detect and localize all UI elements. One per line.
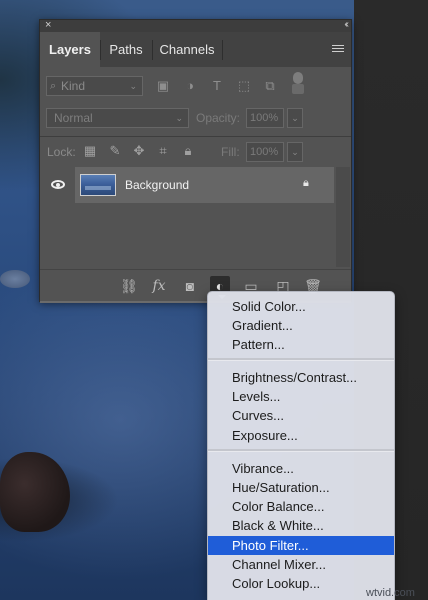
lock-row: Lock: ▦ ✎ ✥ ⌗ 🔒︎ Fill: 100% ⌄ — [40, 142, 351, 162]
menu-item-curves[interactable]: Curves... — [208, 406, 394, 425]
kind-filter-label: Kind — [61, 79, 86, 93]
menu-separator — [208, 358, 394, 361]
filter-row: ⌕ Kind ⌄ ▣ ◑ T ⬚ ⧉ — [40, 72, 351, 98]
adjustment-layer-menu: Solid Color... Gradient... Pattern... Br… — [207, 291, 395, 600]
fx-icon[interactable]: fx — [149, 276, 169, 296]
tab-paths[interactable]: Paths — [101, 32, 151, 67]
close-icon[interactable]: × — [45, 19, 51, 31]
panel-tabs: Layers Paths Channels — [40, 32, 351, 67]
layer-thumbnail — [80, 174, 116, 196]
adjustment-filter-icon[interactable]: ◑ — [182, 78, 198, 94]
menu-item-levels[interactable]: Levels... — [208, 387, 394, 406]
watermark: wtvid.com — [366, 587, 415, 599]
layers-scrollbar[interactable] — [336, 167, 350, 267]
menu-item-brightness-contrast[interactable]: Brightness/Contrast... — [208, 368, 394, 387]
fill-field[interactable]: 100% — [246, 142, 284, 162]
fill-label: Fill: — [221, 145, 240, 159]
lock-transparent-pixels-icon[interactable]: ▦ — [82, 143, 98, 159]
lock-image-pixels-icon[interactable]: ✎ — [107, 143, 123, 159]
tab-separator — [222, 40, 223, 60]
menu-item-gradient[interactable]: Gradient... — [208, 316, 394, 335]
search-icon: ⌕ — [50, 80, 57, 92]
filter-toggle-base — [292, 84, 304, 94]
link-layers-icon[interactable]: ⛓ — [119, 276, 139, 296]
tab-channels[interactable]: Channels — [153, 32, 221, 67]
visibility-toggle[interactable] — [40, 167, 75, 203]
filter-toggle-icon[interactable] — [293, 72, 303, 84]
lock-all-icon[interactable]: 🔒︎ — [180, 143, 196, 159]
menu-item-vibrance[interactable]: Vibrance... — [208, 459, 394, 478]
smart-object-filter-icon[interactable]: ⧉ — [262, 78, 278, 94]
opacity-dropdown-button[interactable]: ⌄ — [287, 108, 303, 128]
blend-mode-select[interactable]: Normal ⌄ — [46, 108, 189, 128]
divider — [40, 136, 351, 137]
lock-icon: 🔒︎ — [303, 177, 309, 189]
photo-rock-small — [0, 270, 30, 288]
type-filter-icon[interactable]: T — [209, 78, 225, 94]
layer-name[interactable]: Background — [125, 178, 189, 192]
layers-list: Background 🔒︎ — [40, 167, 334, 267]
menu-item-photo-filter[interactable]: Photo Filter... — [208, 536, 394, 555]
image-filter-icon[interactable]: ▣ — [155, 78, 171, 94]
shape-filter-icon[interactable]: ⬚ — [236, 78, 252, 94]
add-mask-icon[interactable]: ◙ — [180, 276, 200, 296]
menu-item-channel-mixer[interactable]: Channel Mixer... — [208, 555, 394, 574]
layers-panel: × ‹‹ Layers Paths Channels ⌕ Kind ⌄ ▣ ◑ … — [39, 19, 352, 303]
menu-item-solid-color[interactable]: Solid Color... — [208, 297, 394, 316]
opacity-label: Opacity: — [196, 111, 241, 125]
menu-item-black-white[interactable]: Black & White... — [208, 516, 394, 535]
chevron-down-icon: ⌄ — [129, 81, 137, 91]
lock-artboard-icon[interactable]: ⌗ — [155, 143, 171, 159]
blend-row: Normal ⌄ Opacity: 100% ⌄ — [40, 108, 351, 130]
kind-filter-select[interactable]: ⌕ Kind ⌄ — [46, 76, 143, 96]
eye-icon — [51, 180, 65, 189]
menu-item-pattern[interactable]: Pattern... — [208, 335, 394, 354]
menu-item-color-balance[interactable]: Color Balance... — [208, 497, 394, 516]
menu-item-hue-saturation[interactable]: Hue/Saturation... — [208, 478, 394, 497]
lock-position-icon[interactable]: ✥ — [131, 143, 147, 159]
menu-item-exposure[interactable]: Exposure... — [208, 426, 394, 445]
lock-label: Lock: — [47, 145, 76, 159]
collapse-icon[interactable]: ‹‹ — [344, 19, 348, 30]
opacity-field[interactable]: 100% — [246, 108, 284, 128]
tab-layers[interactable]: Layers — [40, 32, 100, 67]
fill-dropdown-button[interactable]: ⌄ — [287, 142, 303, 162]
panel-menu-icon[interactable] — [332, 45, 344, 54]
panel-titlebar: × ‹‹ — [40, 19, 351, 32]
chevron-down-icon: ⌄ — [175, 113, 183, 123]
layer-row-background[interactable]: Background 🔒︎ — [40, 167, 334, 203]
menu-separator — [208, 449, 394, 452]
blend-mode-value: Normal — [54, 111, 93, 125]
